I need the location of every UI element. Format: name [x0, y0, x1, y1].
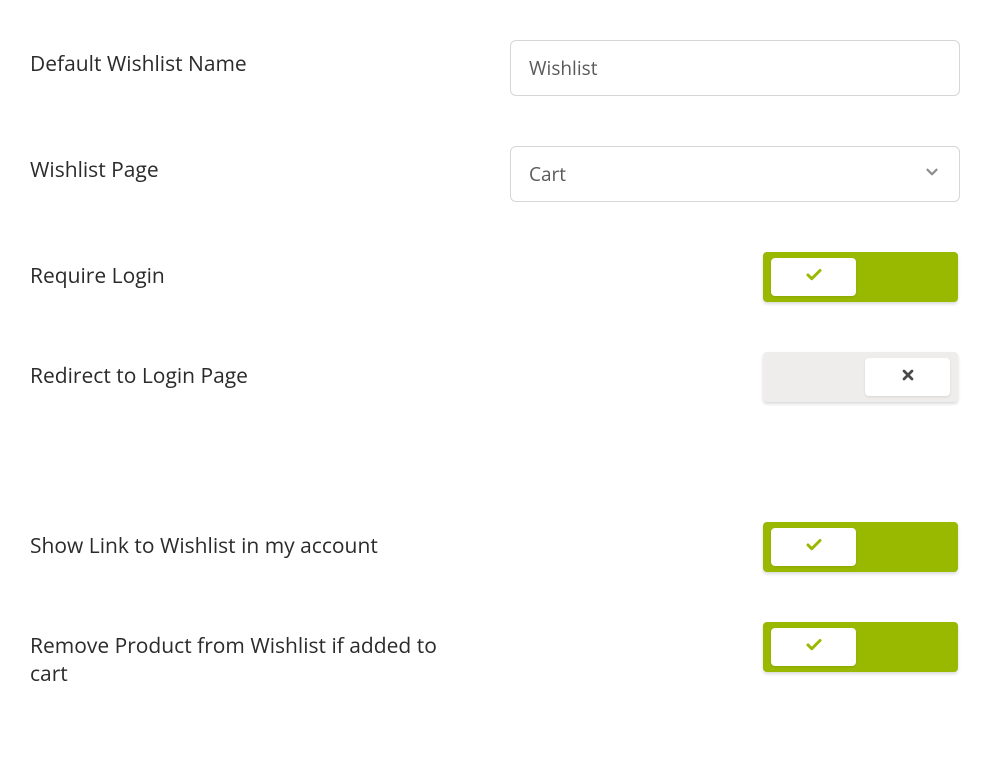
select-wishlist-page-wrap: Cart: [510, 146, 960, 202]
toggle-require-login[interactable]: [763, 252, 958, 302]
row-remove-if-added: Remove Product from Wishlist if added to…: [30, 622, 973, 688]
control-require-login: [510, 252, 973, 302]
row-redirect-login: Redirect to Login Page: [30, 352, 973, 402]
toggle-redirect-login[interactable]: [763, 352, 958, 402]
x-icon: [900, 366, 916, 388]
toggle-handle: [771, 258, 856, 296]
label-default-wishlist-name: Default Wishlist Name: [30, 40, 510, 78]
label-require-login: Require Login: [30, 252, 510, 290]
chevron-down-icon: [923, 161, 941, 187]
input-default-wishlist-name[interactable]: [510, 40, 960, 96]
select-value: Cart: [529, 161, 566, 187]
label-text: Show Link to Wishlist in my account: [30, 532, 378, 560]
row-show-link-account: Show Link to Wishlist in my account: [30, 522, 973, 572]
row-wishlist-page: Wishlist Page Cart: [30, 146, 973, 202]
label-text: Require Login: [30, 262, 165, 290]
control-wishlist-page: Cart: [510, 146, 973, 202]
label-remove-if-added: Remove Product from Wishlist if added to…: [30, 622, 450, 688]
row-default-wishlist-name: Default Wishlist Name: [30, 40, 973, 96]
toggle-handle: [771, 628, 856, 666]
label-show-link-account: Show Link to Wishlist in my account: [30, 522, 510, 560]
toggle-handle: [771, 528, 856, 566]
toggle-handle: [865, 358, 950, 396]
check-icon: [805, 636, 823, 659]
control-show-link-account: [510, 522, 973, 572]
check-icon: [805, 266, 823, 289]
label-text: Remove Product from Wishlist if added to…: [30, 632, 437, 688]
section-spacer: [30, 452, 973, 522]
label-wishlist-page: Wishlist Page: [30, 146, 510, 184]
toggle-remove-if-added[interactable]: [763, 622, 958, 672]
select-wishlist-page[interactable]: Cart: [510, 146, 960, 202]
control-redirect-login: [510, 352, 973, 402]
label-redirect-login: Redirect to Login Page: [30, 352, 510, 390]
row-require-login: Require Login: [30, 252, 973, 302]
label-text: Redirect to Login Page: [30, 362, 248, 390]
toggle-show-link-account[interactable]: [763, 522, 958, 572]
control-default-wishlist-name: [510, 40, 973, 96]
label-text: Wishlist Page: [30, 156, 159, 184]
label-text: Default Wishlist Name: [30, 50, 247, 78]
check-icon: [805, 536, 823, 559]
control-remove-if-added: [450, 622, 973, 672]
